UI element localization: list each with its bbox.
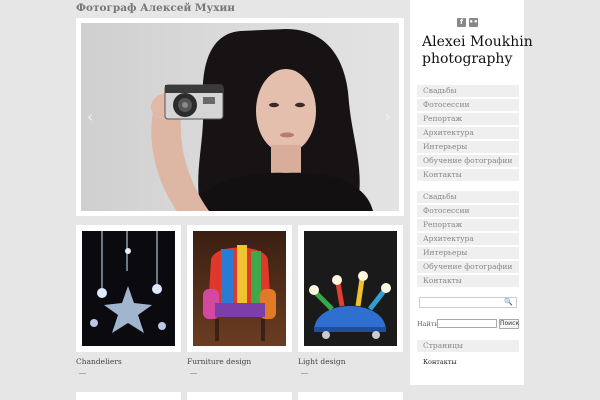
thumb-divider — [190, 373, 197, 374]
thumb-chandeliers[interactable]: Chandeliers — [76, 225, 181, 374]
menu-item-interiors[interactable]: Интерьеры — [417, 141, 519, 153]
sidebar-search-input[interactable]: 🔍 — [419, 297, 517, 308]
menu-item-reportage[interactable]: Репортаж — [417, 219, 519, 231]
brand-line-1: Alexei Moukhin — [422, 34, 533, 50]
thumb-next-row[interactable] — [298, 392, 403, 400]
thumb-furniture-design[interactable]: Furniture design — [187, 225, 292, 374]
thumb-light-design[interactable]: Light design — [298, 225, 403, 374]
slider-next-arrow[interactable]: › — [385, 107, 391, 126]
search-input[interactable] — [437, 319, 497, 328]
thumb-next-row[interactable] — [76, 392, 181, 400]
thumb-frame[interactable] — [298, 225, 403, 352]
menu-item-architecture[interactable]: Архитектура — [417, 127, 519, 139]
brand-logo[interactable]: Alexei Moukhin photography — [422, 34, 533, 68]
thumb-divider — [79, 373, 86, 374]
menu-item-interiors[interactable]: Интерьеры — [417, 247, 519, 259]
secondary-menu: Свадьбы Фотосессии Репортаж Архитектура … — [417, 191, 519, 289]
furniture-photo[interactable] — [193, 231, 286, 346]
thumb-caption[interactable]: Light design — [298, 357, 403, 366]
thumb-caption[interactable]: Furniture design — [187, 357, 292, 366]
search-button[interactable]: Поиск — [499, 319, 519, 329]
light-design-photo[interactable] — [304, 231, 397, 346]
search-icon[interactable]: 🔍 — [504, 298, 513, 306]
menu-item-weddings[interactable]: Свадьбы — [417, 85, 519, 97]
facebook-icon[interactable]: f — [457, 18, 466, 27]
thumb-caption[interactable]: Chandeliers — [76, 357, 181, 366]
menu-item-photo-training[interactable]: Обучение фотографии — [417, 261, 519, 273]
menu-item-architecture[interactable]: Архитектура — [417, 233, 519, 245]
primary-menu: Свадьбы Фотосессии Репортаж Архитектура … — [417, 85, 519, 183]
menu-item-contacts[interactable]: Контакты — [417, 275, 519, 287]
hero-slide-image: ‹ › — [81, 23, 399, 211]
brand-line-2: photography — [422, 51, 513, 67]
menu-item-photo-training[interactable]: Обучение фотографии — [417, 155, 519, 167]
social-links: f •• — [457, 9, 481, 28]
pages-link-contacts[interactable]: Контакты — [423, 358, 457, 366]
menu-item-photosessions[interactable]: Фотосессии — [417, 99, 519, 111]
menu-item-reportage[interactable]: Репортаж — [417, 113, 519, 125]
pages-heading: Страницы — [417, 340, 519, 352]
menu-item-weddings[interactable]: Свадьбы — [417, 191, 519, 203]
flickr-icon[interactable]: •• — [469, 18, 478, 27]
chandelier-photo[interactable] — [82, 231, 175, 346]
thumb-frame[interactable] — [187, 225, 292, 352]
thumb-frame[interactable] — [76, 225, 181, 352]
thumb-next-row[interactable] — [187, 392, 292, 400]
thumb-divider — [301, 373, 308, 374]
site-title[interactable]: Фотограф Алексей Мухин — [76, 2, 235, 14]
menu-item-contacts[interactable]: Контакты — [417, 169, 519, 181]
hero-photo — [151, 29, 373, 211]
hero-slider: ‹ › — [76, 18, 404, 216]
slider-prev-arrow[interactable]: ‹ — [87, 107, 93, 126]
menu-item-photosessions[interactable]: Фотосессии — [417, 205, 519, 217]
